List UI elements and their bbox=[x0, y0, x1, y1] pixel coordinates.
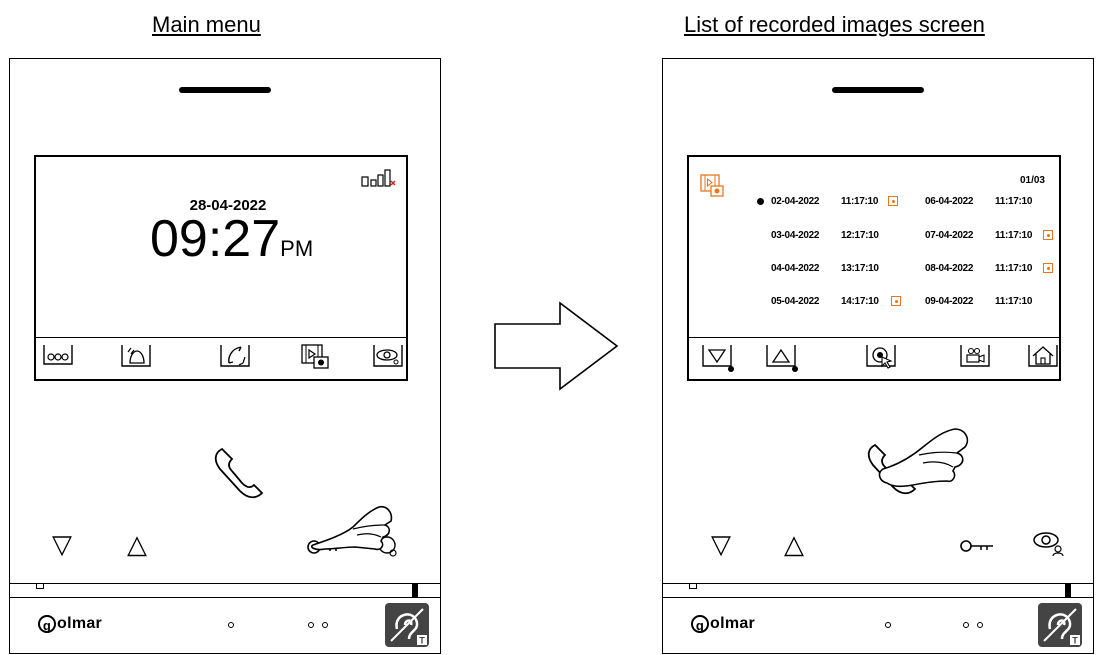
down-icon[interactable] bbox=[701, 343, 735, 373]
speaker-grille bbox=[832, 87, 924, 93]
monitor-recorded-list: 01/03 02-04-2022 11:17:10 03-04-2022 12:… bbox=[662, 58, 1094, 654]
camera-icon bbox=[1043, 230, 1053, 240]
selection-bullet bbox=[757, 198, 764, 205]
record-time[interactable]: 14:17:10 bbox=[841, 296, 879, 307]
key-icon[interactable] bbox=[959, 537, 999, 557]
down-button[interactable]: ▽ bbox=[52, 531, 72, 557]
svg-text:T: T bbox=[419, 636, 425, 646]
hearing-loop-icon: T bbox=[385, 603, 429, 647]
led-indicator-b bbox=[977, 622, 983, 628]
up-icon[interactable] bbox=[765, 343, 799, 373]
record-time[interactable]: 11:17:10 bbox=[841, 196, 878, 207]
brand-name: olmar bbox=[710, 615, 756, 632]
softkey-bar bbox=[689, 337, 1059, 338]
brand-initial: g bbox=[38, 615, 56, 633]
select-icon[interactable] bbox=[865, 343, 899, 373]
clock-time: 09:27PM bbox=[150, 209, 313, 269]
record-date[interactable]: 02-04-2022 bbox=[771, 196, 819, 207]
record-date[interactable]: 08-04-2022 bbox=[925, 263, 973, 274]
phone-icon[interactable] bbox=[210, 447, 270, 507]
page-indicator: 01/03 bbox=[1019, 175, 1045, 186]
base-notch-right bbox=[1065, 583, 1071, 597]
intercom-icon[interactable] bbox=[42, 343, 74, 367]
led-indicator bbox=[885, 622, 891, 628]
record-date[interactable]: 09-04-2022 bbox=[925, 296, 973, 307]
screen-main-menu: 28-04-2022 09:27PM bbox=[34, 155, 408, 381]
transition-arrow-icon bbox=[494, 301, 619, 391]
base-divider bbox=[10, 583, 440, 584]
record-time[interactable]: 13:17:10 bbox=[841, 263, 879, 274]
title-recorded-images: List of recorded images screen bbox=[684, 12, 985, 37]
led-indicator-a bbox=[308, 622, 314, 628]
record-date[interactable]: 06-04-2022 bbox=[925, 196, 973, 207]
record-time[interactable]: 11:17:10 bbox=[995, 263, 1032, 274]
up-button[interactable]: △ bbox=[784, 531, 804, 557]
led-indicator bbox=[228, 622, 234, 628]
record-time[interactable]: 11:17:10 bbox=[995, 230, 1032, 241]
eye-icon[interactable] bbox=[1031, 529, 1071, 559]
down-button[interactable]: ▽ bbox=[711, 531, 731, 557]
home-icon[interactable] bbox=[1027, 343, 1061, 373]
brand-name: olmar bbox=[57, 615, 103, 632]
record-time[interactable]: 12:17:10 bbox=[841, 230, 879, 241]
camera-icon bbox=[888, 196, 898, 206]
base-notch-left bbox=[36, 583, 44, 589]
record-date[interactable]: 03-04-2022 bbox=[771, 230, 819, 241]
up-button[interactable]: △ bbox=[127, 531, 147, 557]
brand-initial: g bbox=[691, 615, 709, 633]
screen-recorded-list: 01/03 02-04-2022 11:17:10 03-04-2022 12:… bbox=[687, 155, 1061, 381]
camera-icon bbox=[1043, 263, 1053, 273]
base-notch-left bbox=[689, 583, 697, 589]
clock-ampm: PM bbox=[280, 236, 314, 261]
key-button-hand-press[interactable] bbox=[295, 499, 415, 575]
signal-icon bbox=[361, 169, 396, 187]
record-date[interactable]: 05-04-2022 bbox=[771, 296, 819, 307]
hearing-loop-icon: T bbox=[1038, 603, 1082, 647]
base-notch-right bbox=[412, 583, 418, 597]
recorded-images-header-icon bbox=[700, 174, 724, 197]
record-time[interactable]: 11:17:10 bbox=[995, 296, 1032, 307]
monitor-icon[interactable] bbox=[372, 343, 404, 371]
phone-button-hand-press[interactable] bbox=[853, 425, 983, 521]
title-main-menu: Main menu bbox=[152, 12, 261, 37]
svg-text:T: T bbox=[1072, 636, 1078, 646]
camera-icon bbox=[891, 296, 901, 306]
speaker-grille bbox=[179, 87, 271, 93]
brand-logo: g olmar bbox=[38, 615, 102, 633]
base-divider-inner bbox=[663, 597, 1093, 598]
base-divider-inner bbox=[10, 597, 440, 598]
doorbell-icon[interactable] bbox=[120, 343, 152, 369]
video-icon[interactable] bbox=[959, 343, 993, 373]
record-date[interactable]: 07-04-2022 bbox=[925, 230, 973, 241]
monitor-main-menu: 28-04-2022 09:27PM ▽ △ g olmar T bbox=[9, 58, 441, 654]
base-divider bbox=[663, 583, 1093, 584]
led-indicator-a bbox=[963, 622, 969, 628]
call-icon[interactable] bbox=[219, 343, 251, 369]
record-date[interactable]: 04-04-2022 bbox=[771, 263, 819, 274]
softkey-bar bbox=[36, 337, 406, 338]
led-indicator-b bbox=[322, 622, 328, 628]
brand-logo: g olmar bbox=[691, 615, 755, 633]
clock-hours: 09:27 bbox=[150, 210, 281, 268]
recorded-images-icon[interactable] bbox=[300, 343, 332, 371]
record-time[interactable]: 11:17:10 bbox=[995, 196, 1032, 207]
